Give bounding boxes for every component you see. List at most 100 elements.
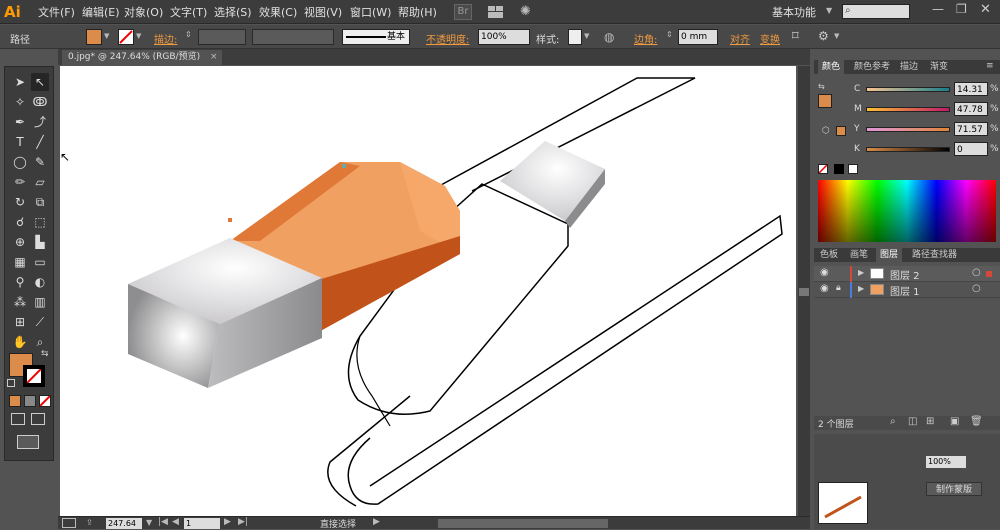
free-transform-icon[interactable]: ⬚ [31,213,49,231]
menu-effect[interactable]: 效果(C) [259,4,297,20]
pencil-icon[interactable]: ✏ [11,173,29,191]
color-spectrum[interactable] [818,180,996,242]
pen-tool-icon[interactable]: ✒ [11,113,29,131]
tab-color-guide[interactable]: 颜色参考 [850,60,894,74]
tab-stroke[interactable]: 描边 [896,60,922,74]
menu-help[interactable]: 帮助(H) [398,4,437,20]
blend-tool-icon[interactable]: ◐ [31,273,49,291]
channel-value[interactable]: 71.57 [954,122,988,136]
delete-layer-icon[interactable]: 🗑︎ [970,416,983,427]
panel-fill-swatch[interactable] [818,94,832,108]
white-swatch[interactable] [848,164,858,174]
options-icon[interactable]: ⚙ [818,29,829,43]
close-button[interactable]: ✕ [980,2,991,17]
none-swatch[interactable] [818,164,828,174]
variable-width-dropdown[interactable] [252,29,334,45]
arrange-documents-icon[interactable] [486,4,506,20]
transform-link[interactable]: 变换 [760,31,780,46]
black-swatch[interactable] [834,164,844,174]
eye-icon[interactable]: ◉ [820,267,829,278]
none-mode-icon[interactable] [39,395,51,407]
minimize-button[interactable]: — [932,2,944,16]
chevron-down-icon[interactable]: ▼ [146,518,152,527]
selection-tool-icon[interactable]: ➤ [11,73,29,91]
transparency-opacity-field[interactable]: 100% [926,456,966,468]
chevron-down-icon[interactable]: ▼ [136,32,141,40]
corner-label[interactable]: 边角: [634,31,657,46]
slider-y[interactable]: Y 71.57 % [854,122,1000,140]
menu-select[interactable]: 选择(S) [214,4,252,20]
expand-icon[interactable]: ▶ [858,284,864,293]
layer-name[interactable]: 图层 2 [890,267,920,282]
tab-swatches[interactable]: 色板 [816,248,842,262]
recolor-icon[interactable]: ◍ [604,29,624,45]
clipping-mask-icon[interactable]: ◫ [908,416,917,427]
isolate-icon[interactable]: ⌑ [792,29,799,44]
lock-icon[interactable]: 🔒︎ [836,283,841,293]
page-field[interactable]: 1 [184,518,220,529]
slider-track[interactable] [866,127,950,132]
workspace-switcher[interactable]: 基本功能 [772,4,816,20]
scroll-thumb[interactable] [799,288,809,296]
layer-row[interactable]: ◉ 🔒︎ ▶ 图层 1 ○ [814,282,1000,298]
close-tab-icon[interactable]: × [210,50,218,65]
panel-menu-icon[interactable]: ≡ [986,61,994,71]
align-link[interactable]: 对齐 [730,31,750,46]
make-mask-button[interactable]: 制作蒙版 [926,482,982,496]
last-page-icon[interactable]: ▶| [238,517,248,527]
maximize-button[interactable]: ❐ [956,2,967,16]
last-color-swatch[interactable] [836,126,846,136]
artboard-tool-icon[interactable]: ⊞ [11,313,29,331]
horizontal-scrollbar[interactable] [438,519,608,528]
eraser-icon[interactable]: ▱ [31,173,49,191]
document-tab[interactable]: 0.jpg* @ 247.64% (RGB/预览) × [62,50,222,65]
anchor-point[interactable] [342,164,346,168]
stroke-label[interactable]: 描边: [154,31,177,46]
stepper-icon[interactable]: ⇕ [185,30,192,39]
opacity-label[interactable]: 不透明度: [426,31,469,46]
column-graph-icon[interactable]: ▥ [31,293,49,311]
color-mode-icon[interactable] [9,395,21,407]
target-icon[interactable]: ○ [972,267,981,278]
chevron-down-icon[interactable]: ▼ [584,32,589,40]
line-tool-icon[interactable]: ╱ [31,133,49,151]
slider-k[interactable]: K 0 % [854,142,1000,160]
artboard-nav-icon[interactable] [62,518,76,528]
tab-color[interactable]: 颜色 [818,60,845,74]
bridge-button[interactable]: Br [454,4,472,20]
brush-definition-dropdown[interactable]: 基本 [342,29,410,45]
corner-field[interactable]: 0 mm [678,29,718,45]
magic-wand-icon[interactable]: ✧ [11,93,29,111]
next-page-icon[interactable]: ▶ [224,517,231,527]
draw-inside-icon[interactable] [31,413,45,425]
zoom-field[interactable]: 247.64 [106,518,142,529]
curvature-tool-icon[interactable]: ⤴ [31,113,49,131]
tab-brushes[interactable]: 画笔 [846,248,872,262]
chevron-down-icon[interactable]: ▼ [104,32,109,40]
fill-swatch[interactable] [86,29,102,45]
prev-page-icon[interactable]: ◀ [172,517,179,527]
tab-gradient[interactable]: 渐变 [926,60,952,74]
graph-tool-icon[interactable]: ▙ [31,233,49,251]
menu-type[interactable]: 文字(T) [170,4,207,20]
paintbrush-icon[interactable]: ✎ [31,153,49,171]
channel-value[interactable]: 14.31 [954,82,988,96]
opacity-field[interactable]: 100% [478,29,530,45]
eyedropper-icon[interactable]: ⚲ [11,273,29,291]
layer-name[interactable]: 图层 1 [890,283,920,298]
menu-edit[interactable]: 编辑(E) [82,4,120,20]
slider-track[interactable] [866,147,950,152]
artboard[interactable] [60,66,796,516]
first-page-icon[interactable]: |◀ [158,517,168,527]
tab-layers[interactable]: 图层 [876,248,903,262]
slider-track[interactable] [866,87,950,92]
target-icon[interactable]: ○ [972,283,981,294]
status-menu-icon[interactable]: ▶ [373,517,380,527]
vertical-scrollbar[interactable] [798,66,810,516]
menu-view[interactable]: 视图(V) [304,4,342,20]
slice-tool-icon[interactable]: ⟋ [31,313,49,331]
slider-track[interactable] [866,107,950,112]
stroke-color-box[interactable] [23,365,45,387]
hand-tool-icon[interactable]: ✋ [11,333,29,351]
menu-object[interactable]: 对象(O) [124,4,163,20]
